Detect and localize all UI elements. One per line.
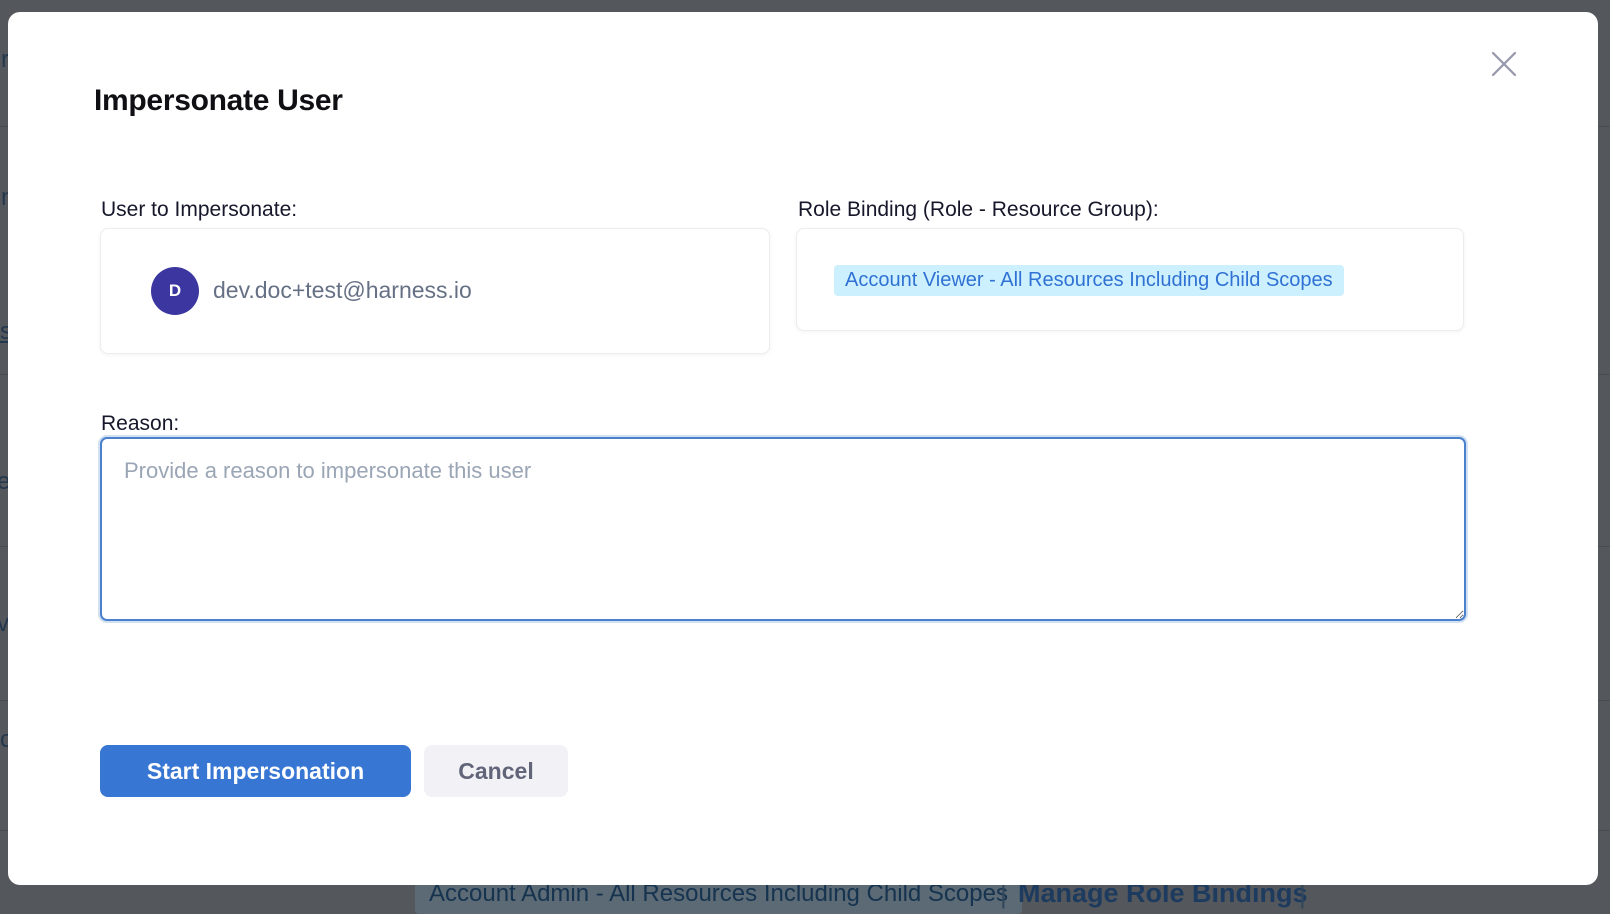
reason-label: Reason:	[101, 412, 179, 436]
start-impersonation-button[interactable]: Start Impersonation	[100, 745, 411, 797]
cancel-button[interactable]: Cancel	[424, 745, 568, 797]
user-to-impersonate-label: User to Impersonate:	[101, 198, 297, 222]
role-binding-label: Role Binding (Role - Resource Group):	[798, 198, 1159, 222]
role-binding-card: Account Viewer - All Resources Including…	[796, 228, 1464, 331]
impersonate-user-dialog: Impersonate User User to Impersonate: Ro…	[8, 12, 1598, 885]
dialog-title: Impersonate User	[94, 84, 343, 118]
close-icon[interactable]	[1487, 47, 1521, 81]
user-avatar: D	[151, 267, 199, 315]
user-email: dev.doc+test@harness.io	[213, 277, 472, 304]
user-card: D dev.doc+test@harness.io	[100, 228, 770, 354]
reason-input[interactable]	[100, 437, 1466, 621]
role-binding-tag: Account Viewer - All Resources Including…	[834, 265, 1344, 296]
